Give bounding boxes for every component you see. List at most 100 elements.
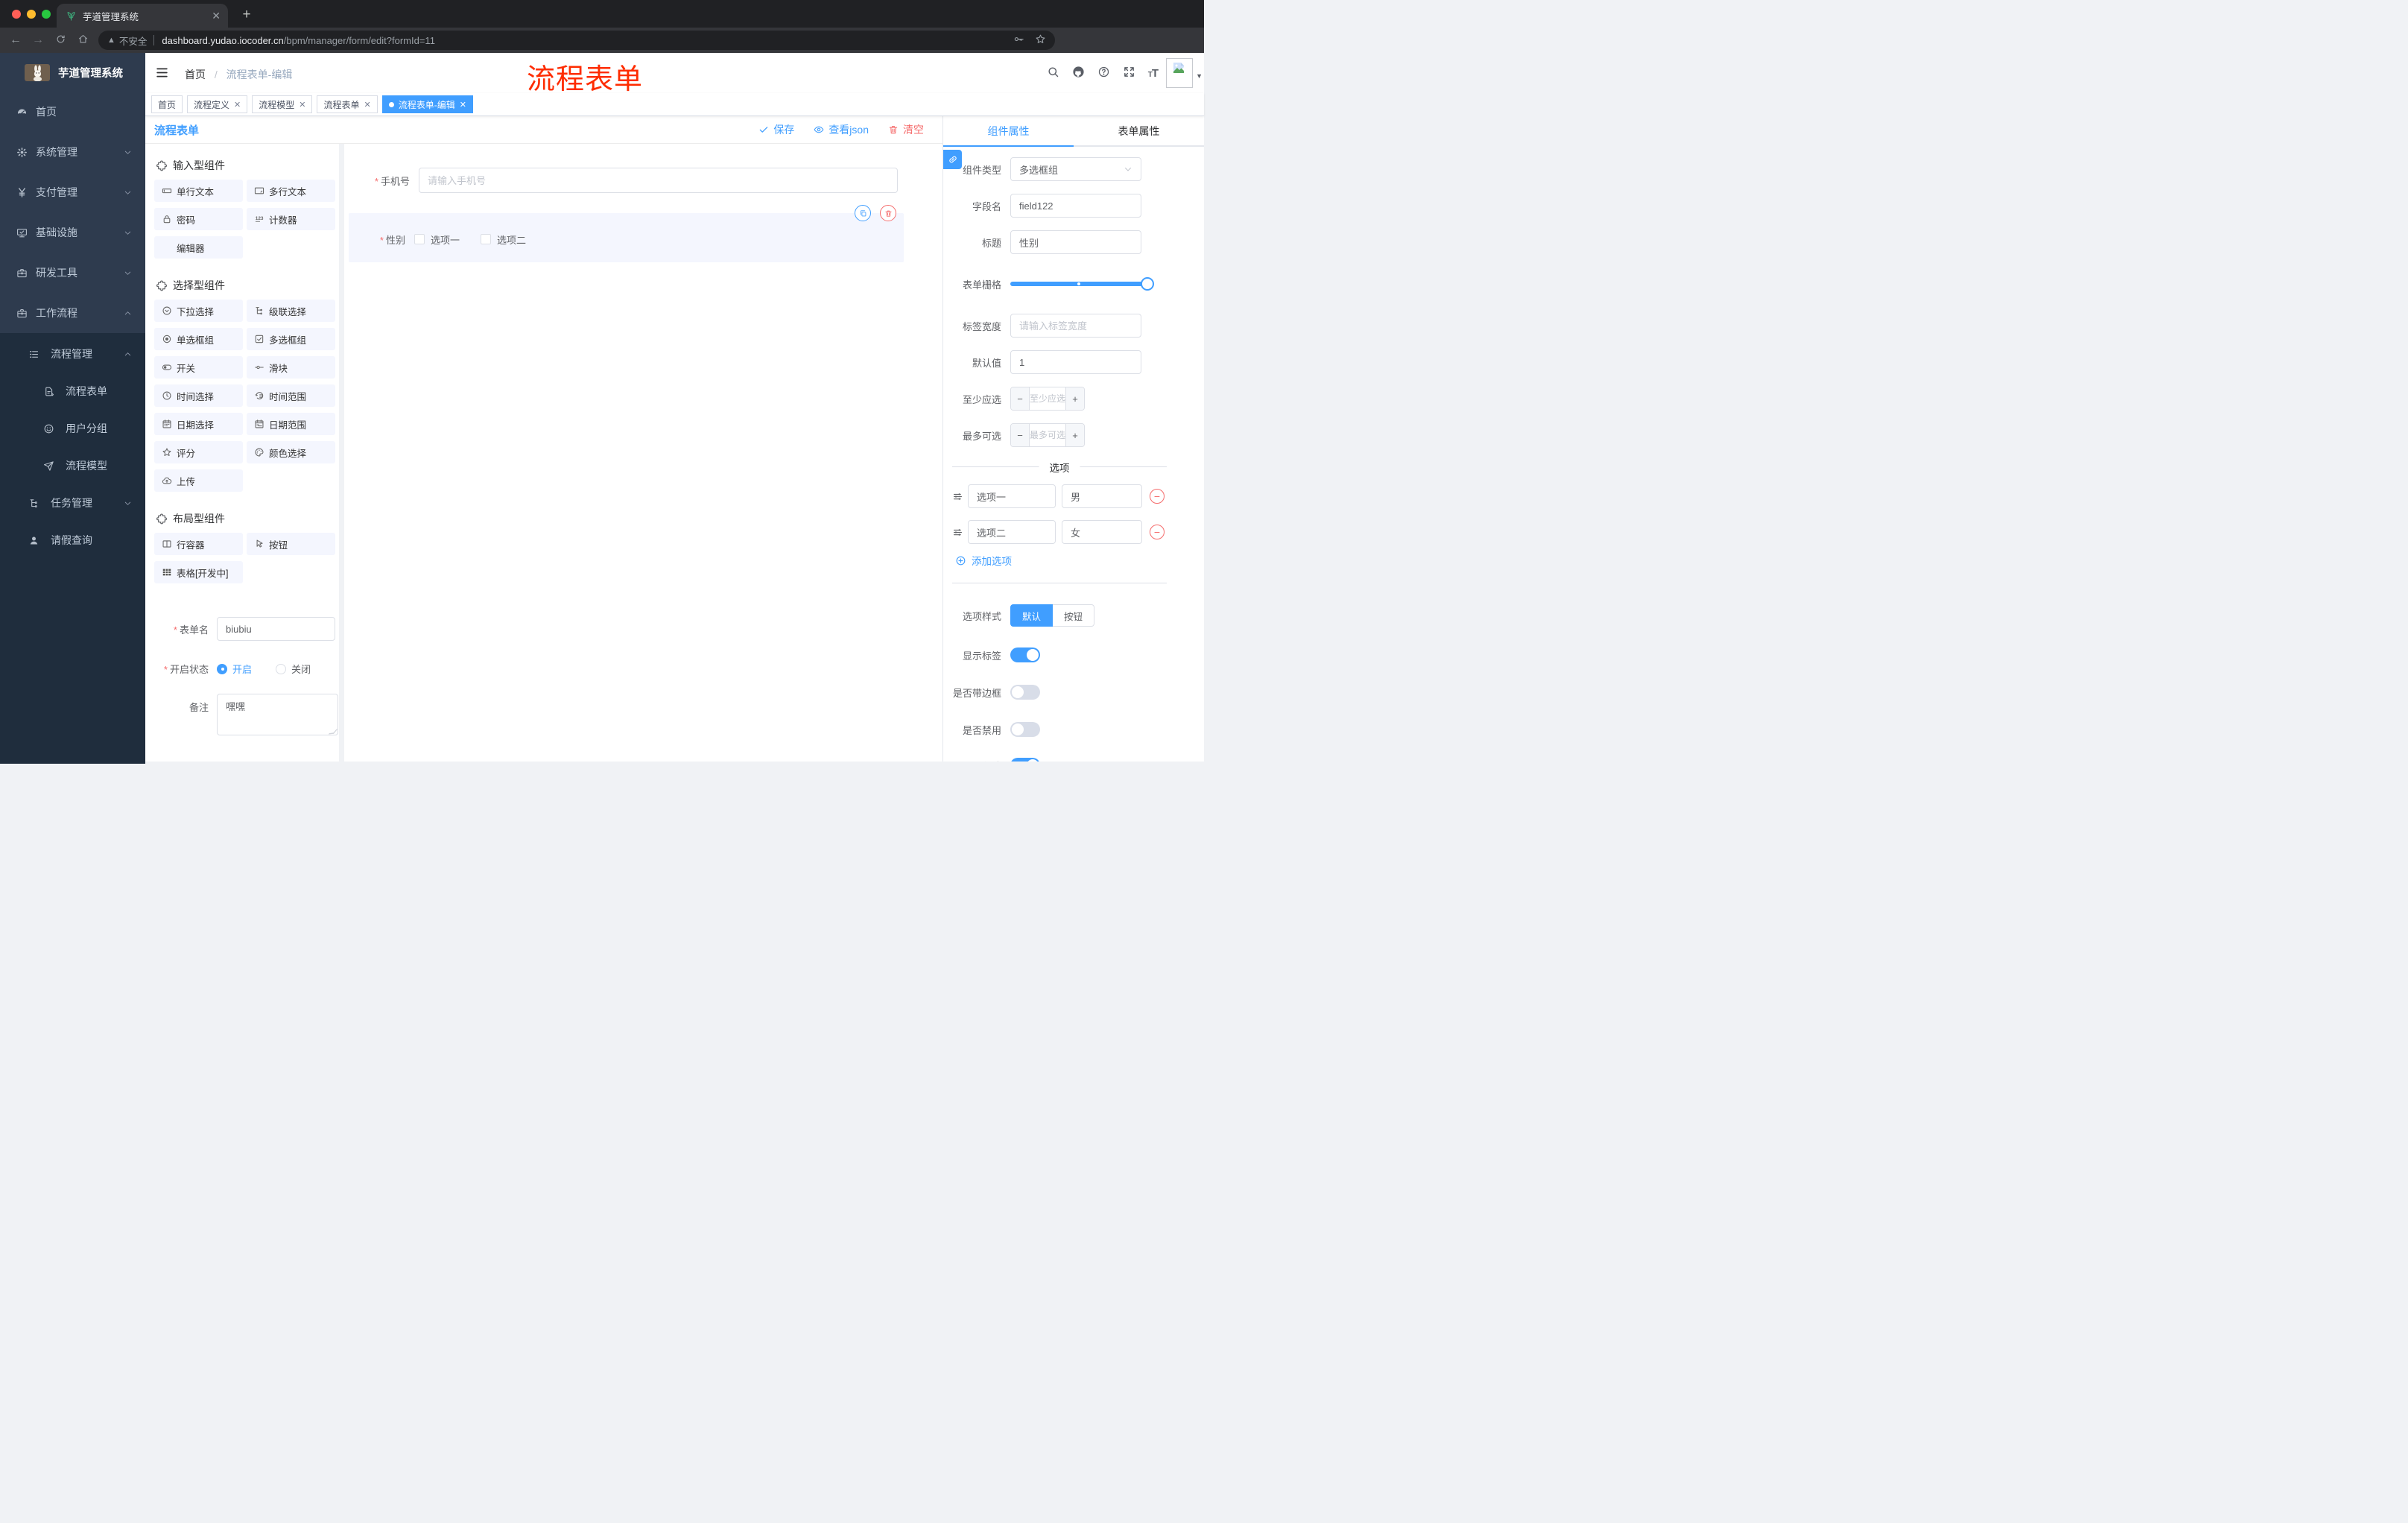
affix-link-button[interactable] — [943, 150, 962, 169]
sidebar-item-process-mgmt[interactable]: 流程管理 — [0, 335, 145, 373]
home-button[interactable] — [72, 34, 94, 47]
option-2-value-input[interactable] — [1062, 520, 1142, 544]
required-toggle[interactable] — [1010, 758, 1040, 762]
tag-home[interactable]: 首页 — [151, 95, 183, 113]
canvas-phone-field[interactable]: * 手机号 — [344, 168, 942, 193]
component-table[interactable]: 表格[开发中] — [154, 561, 243, 583]
tab-close-icon[interactable]: ✕ — [212, 10, 221, 22]
gender-option-1-checkbox[interactable]: 选项一 — [414, 232, 460, 247]
new-tab-button[interactable]: + — [237, 5, 256, 25]
component-date-picker[interactable]: 日期选择 — [154, 413, 243, 435]
component-radio-group[interactable]: 单选框组 — [154, 328, 243, 350]
view-json-button[interactable]: 查看json — [814, 122, 869, 137]
component-button[interactable]: 按钮 — [247, 533, 335, 555]
forward-button[interactable]: → — [27, 34, 49, 47]
component-color-picker[interactable]: 颜色选择 — [247, 441, 335, 463]
component-date-range[interactable]: 日期范围 — [247, 413, 335, 435]
tag-process-form[interactable]: 流程表单 ✕ — [317, 95, 378, 113]
window-zoom-button[interactable] — [42, 10, 51, 19]
option-1-label-input[interactable] — [968, 484, 1056, 508]
form-name-input[interactable] — [217, 617, 335, 641]
drag-handle-icon[interactable] — [952, 527, 963, 538]
border-toggle[interactable] — [1010, 685, 1040, 700]
tag-close-icon[interactable]: ✕ — [460, 100, 466, 110]
component-editor[interactable]: 编辑器 — [154, 236, 243, 259]
reload-button[interactable] — [49, 34, 72, 47]
show-label-toggle[interactable] — [1010, 647, 1040, 662]
sidebar-item-devtools[interactable]: 研发工具 — [0, 253, 145, 293]
back-button[interactable]: ← — [4, 34, 27, 47]
phone-input[interactable] — [419, 168, 898, 193]
status-on-radio[interactable]: 开启 — [217, 662, 252, 676]
component-time-picker[interactable]: 时间选择 — [154, 384, 243, 407]
tag-close-icon[interactable]: ✕ — [234, 100, 241, 110]
component-upload[interactable]: 上传 — [154, 469, 243, 492]
minus-button[interactable]: − — [1011, 424, 1030, 446]
gender-option-2-checkbox[interactable]: 选项二 — [481, 232, 526, 247]
slider-handle[interactable] — [1141, 277, 1154, 291]
form-grid-slider[interactable] — [1010, 277, 1154, 291]
tab-component-props[interactable]: 组件属性 — [943, 116, 1074, 147]
search-icon[interactable] — [1047, 66, 1059, 80]
tag-close-icon[interactable]: ✕ — [364, 100, 371, 110]
sidebar-item-home[interactable]: 首页 — [0, 92, 145, 132]
drag-handle-icon[interactable] — [952, 491, 963, 502]
security-label[interactable]: 不安全 — [119, 34, 148, 48]
component-time-range[interactable]: 时间范围 — [247, 384, 335, 407]
bookmark-star-icon[interactable] — [1035, 34, 1046, 46]
sidebar-item-workflow[interactable]: 工作流程 — [0, 293, 145, 333]
remove-option-button[interactable]: − — [1150, 489, 1165, 504]
component-counter[interactable]: 计数器 — [247, 208, 335, 230]
sidebar-item-task-mgmt[interactable]: 任务管理 — [0, 484, 145, 522]
disabled-toggle[interactable] — [1010, 722, 1040, 737]
form-remark-textarea[interactable]: 嘿嘿 — [217, 694, 338, 735]
address-bar[interactable]: ▲ 不安全 dashboard.yudao.iocoder.cn/bpm/man… — [98, 31, 1055, 50]
avatar[interactable] — [1166, 58, 1193, 88]
form-canvas[interactable]: *手机号 *性别 选项一 选项二 — [344, 144, 942, 762]
tag-process-model[interactable]: 流程模型 ✕ — [252, 95, 313, 113]
label-width-input[interactable] — [1010, 314, 1141, 338]
component-rate[interactable]: 评分 — [154, 441, 243, 463]
component-password[interactable]: 密码 — [154, 208, 243, 230]
copy-component-button[interactable] — [855, 205, 871, 221]
sidebar-logo[interactable]: 芋道管理系统 — [0, 53, 145, 92]
remove-option-button[interactable]: − — [1150, 525, 1165, 539]
window-minimize-button[interactable] — [27, 10, 36, 19]
tag-process-definition[interactable]: 流程定义 ✕ — [187, 95, 248, 113]
min-select-input[interactable] — [1030, 387, 1065, 410]
status-off-radio[interactable]: 关闭 — [276, 662, 311, 676]
option-2-label-input[interactable] — [968, 520, 1056, 544]
help-icon[interactable] — [1097, 66, 1110, 80]
sidebar-item-leave-query[interactable]: 请假查询 — [0, 522, 145, 559]
component-cascader[interactable]: 级联选择 — [247, 300, 335, 322]
sidebar-item-payment[interactable]: 支付管理 — [0, 172, 145, 212]
style-button-button[interactable]: 按钮 — [1053, 604, 1095, 627]
sidebar-item-process-model[interactable]: 流程模型 — [0, 447, 145, 484]
window-close-button[interactable] — [12, 10, 21, 19]
save-button[interactable]: 保存 — [758, 122, 794, 137]
canvas-selected-gender-field[interactable]: * 性别 选项一 选项二 — [349, 205, 904, 262]
github-icon[interactable] — [1072, 66, 1085, 80]
fullscreen-icon[interactable] — [1123, 66, 1135, 80]
hamburger-icon[interactable] — [155, 66, 169, 83]
component-switch[interactable]: 开关 — [154, 356, 243, 379]
field-name-input[interactable] — [1010, 194, 1141, 218]
breadcrumb-home[interactable]: 首页 — [185, 69, 206, 80]
title-input[interactable] — [1010, 230, 1141, 254]
plus-button[interactable]: + — [1065, 387, 1084, 410]
component-select[interactable]: 下拉选择 — [154, 300, 243, 322]
style-default-button[interactable]: 默认 — [1010, 604, 1054, 627]
clear-button[interactable]: 清空 — [888, 122, 924, 137]
minus-button[interactable]: − — [1011, 387, 1030, 410]
tab-form-props[interactable]: 表单属性 — [1074, 116, 1204, 145]
security-warning-icon[interactable]: ▲ — [107, 36, 115, 45]
avatar-caret-icon[interactable]: ▼ — [1196, 72, 1203, 80]
delete-component-button[interactable] — [880, 205, 896, 221]
component-slider[interactable]: 滑块 — [247, 356, 335, 379]
tag-close-icon[interactable]: ✕ — [299, 100, 305, 110]
sidebar-item-user-group[interactable]: 用户分组 — [0, 410, 145, 447]
component-single-text[interactable]: 单行文本 — [154, 180, 243, 202]
font-size-icon[interactable]: TT — [1148, 67, 1159, 80]
component-type-select[interactable]: 多选框组 — [1010, 157, 1141, 181]
component-multi-text[interactable]: 多行文本 — [247, 180, 335, 202]
